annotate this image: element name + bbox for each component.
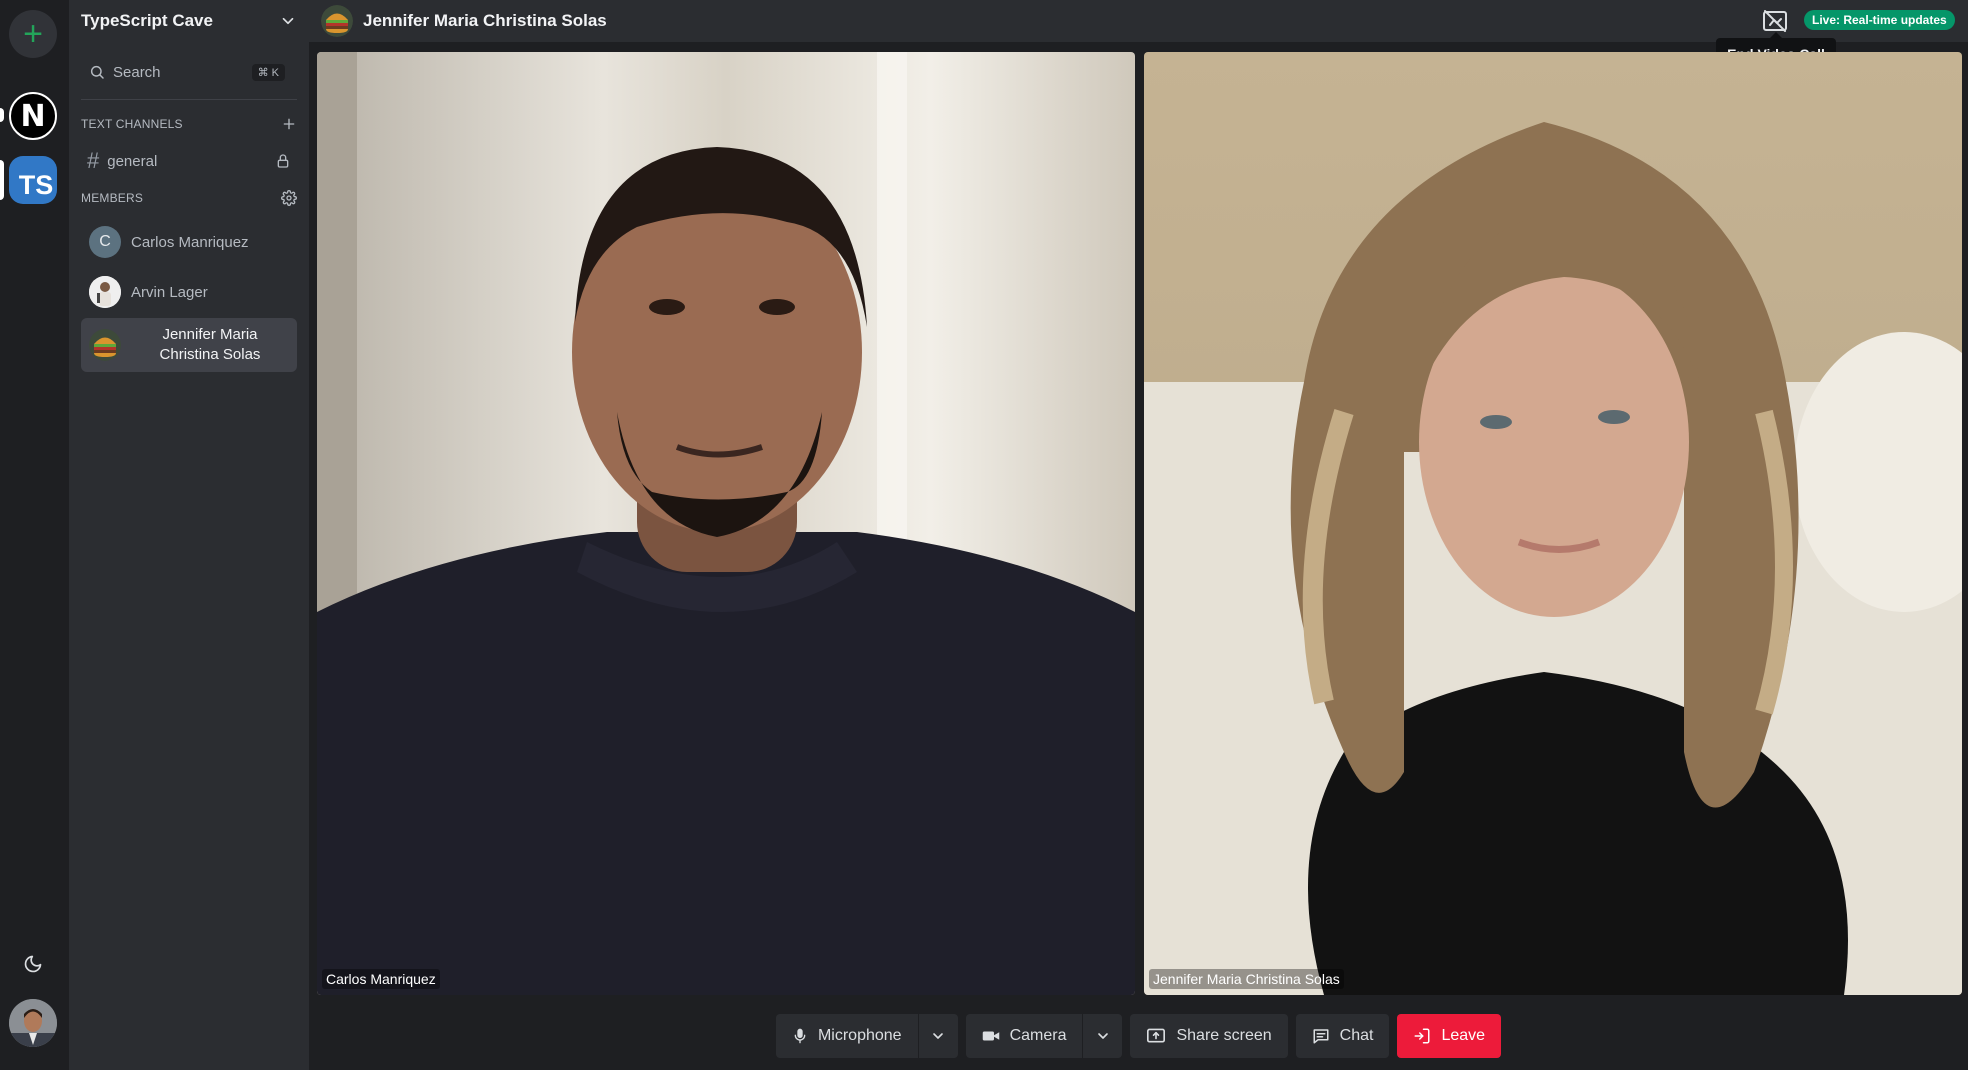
chat-button[interactable]: Chat [1295,1014,1390,1058]
video-off-icon[interactable] [1761,7,1789,35]
camera-button[interactable]: Camera [966,1014,1083,1058]
chat-button-inner: Chat [1296,1014,1390,1058]
server-indicator [0,108,4,122]
conversation-title: Jennifer Maria Christina Solas [363,11,607,30]
chevron-down-icon [1098,1033,1108,1039]
share-screen-icon [1147,1028,1166,1043]
member-carlos-manriquez[interactable]: C Carlos Manriquez [81,222,297,262]
member-jennifer-maria-christina-solas[interactable]: Jennifer Maria Christina Solas [81,318,297,372]
microphone-control: Microphone [775,1014,958,1058]
share-screen-button[interactable]: Share screen [1130,1014,1288,1058]
video-feed-image [317,52,1135,995]
member-arvin-lager[interactable]: Arvin Lager [81,272,297,312]
leave-icon [1414,1028,1430,1044]
microphone-options-button[interactable] [917,1014,958,1058]
participant-name: Jennifer Maria Christina Solas [1149,969,1344,989]
server-header[interactable]: TypeScript Cave [69,0,309,42]
search-button[interactable]: Search ⌘ K [81,56,293,88]
channel-sidebar: TypeScript Cave Search ⌘ K TEXT CHANNELS… [69,0,309,1070]
chevron-down-icon [282,17,294,25]
search-label: Search [113,63,161,81]
call-control-bar: Microphone Camera Share screen Chat Leav… [309,1002,1968,1070]
conversation-avatar [321,5,353,37]
burger-avatar-image [89,329,121,361]
chat-label: Chat [1339,1027,1374,1044]
member-name: Arvin Lager [131,283,208,301]
live-status-badge: Live: Real-time updates [1804,10,1955,30]
leave-label: Leave [1441,1027,1486,1044]
video-tile-carlos-manriquez[interactable]: Carlos Manriquez [317,52,1135,995]
camera-label: Camera [1009,1027,1067,1044]
microphone-icon [794,1028,806,1044]
avatar [89,329,121,361]
chevron-down-icon [933,1033,943,1039]
gear-icon[interactable] [281,190,297,206]
camera-options-button[interactable] [1082,1014,1122,1058]
video-call-area: Jennifer Maria Christina Solas Live: Rea… [309,0,1968,1070]
leave-button[interactable]: Leave [1397,1014,1502,1058]
video-camera-icon [982,1031,999,1041]
plus-icon: + [23,15,43,53]
lock-icon [277,154,289,168]
server-nextjs[interactable]: N [9,92,57,140]
chat-icon [1313,1029,1329,1044]
avatar [89,276,121,308]
video-feed-image [1144,52,1962,995]
server-rail: + N TS [0,0,69,1070]
search-shortcut: ⌘ K [251,63,285,81]
member-name: Jennifer Maria Christina Solas [159,326,261,363]
participant-name: Carlos Manriquez [322,969,440,989]
divider [81,99,297,100]
app-window: + N TS TypeScript Cave Search ⌘ K TEXT C… [0,0,1968,1070]
channel-general[interactable]: # general [81,144,297,178]
typescript-logo: TS [18,169,54,200]
share-screen-label: Share screen [1176,1027,1272,1044]
burger-avatar-image [321,5,353,37]
active-server-indicator [0,160,4,200]
hash-icon: # [87,148,100,173]
text-channels-title: TEXT CHANNELS [81,117,183,131]
avatar: C [89,226,121,258]
leave-button-inner: Leave [1397,1014,1501,1058]
user-avatar-image [9,999,57,1047]
plus-icon[interactable] [281,116,297,132]
moon-icon [24,955,42,973]
members-header: MEMBERS [81,188,297,208]
server-name: TypeScript Cave [81,11,213,30]
channel-name: general [107,152,158,170]
microphone-button[interactable]: Microphone [776,1014,918,1058]
search-icon [90,65,104,79]
video-tile-jennifer-maria-christina-solas[interactable]: Jennifer Maria Christina Solas [1144,52,1962,995]
nextjs-logo: N [20,98,46,134]
user-avatar[interactable] [9,999,57,1047]
add-server-button[interactable]: + [9,10,57,58]
text-channels-header: TEXT CHANNELS [81,114,297,134]
members-title: MEMBERS [81,191,144,205]
member-name: Carlos Manriquez [131,233,249,251]
share-screen-button-inner: Share screen [1130,1014,1287,1058]
camera-control: Camera [965,1014,1123,1058]
top-bar: Jennifer Maria Christina Solas [309,0,1968,42]
avatar-image [89,276,121,308]
theme-toggle-button[interactable] [9,940,57,988]
microphone-label: Microphone [817,1027,902,1044]
server-typescript-cave[interactable]: TS [9,156,57,204]
